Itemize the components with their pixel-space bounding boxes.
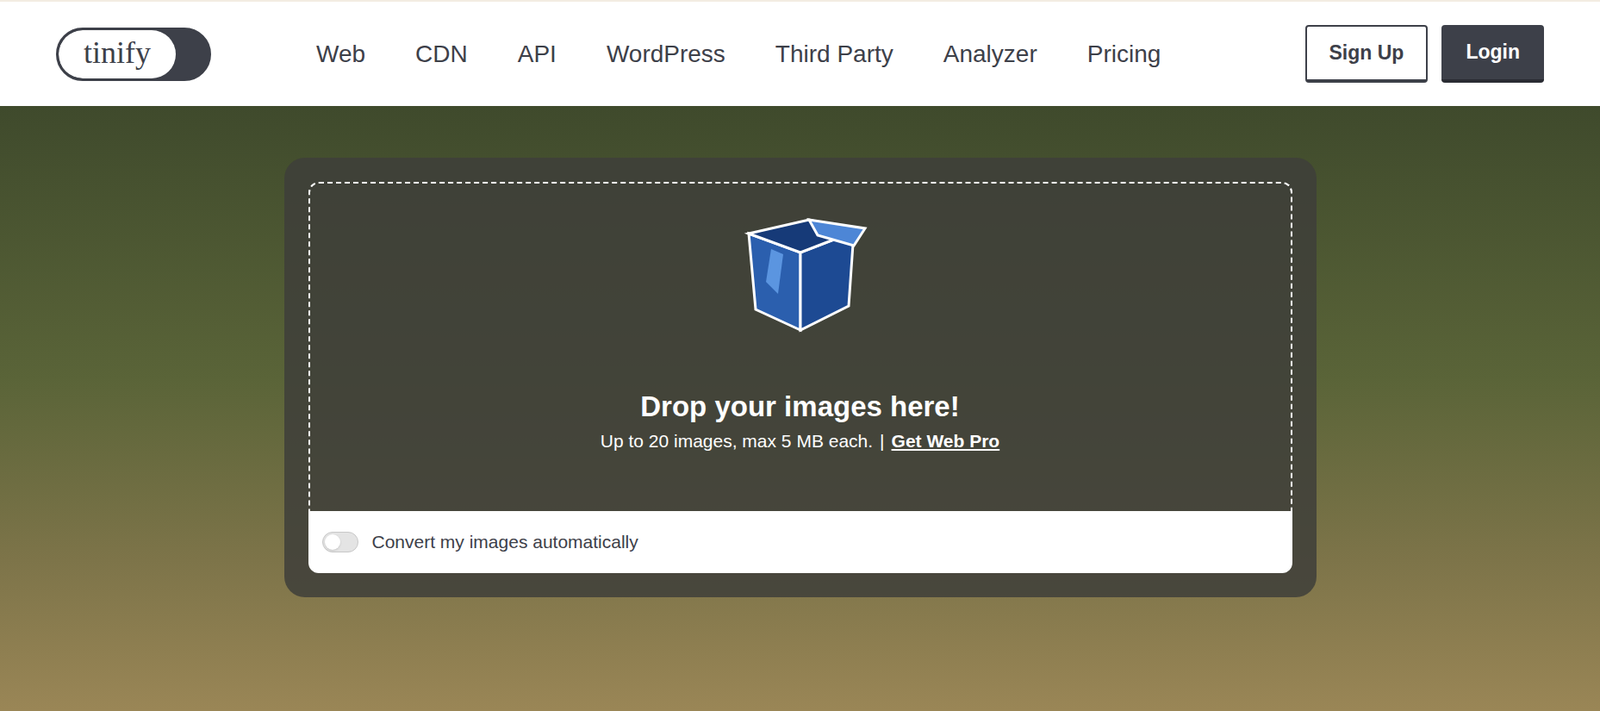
- nav-link[interactable]: Analyzer: [943, 36, 1038, 73]
- dropzone-title: Drop your images here!: [640, 388, 959, 424]
- dropzone-subtitle: Up to 20 images, max 5 MB each.|Get Web …: [600, 427, 1000, 455]
- convert-label: Convert my images automatically: [372, 528, 639, 556]
- upload-panel: Drop your images here! Up to 20 images, m…: [284, 157, 1317, 598]
- convert-toggle[interactable]: [322, 531, 359, 553]
- web-pro-link[interactable]: Get Web Pro: [891, 430, 1001, 451]
- page: tinify Web CDN API WordPress Third Party Analy…: [0, 0, 1600, 711]
- hero: Drop your images here! Up to 20 images, m…: [0, 105, 1600, 711]
- header: tinify Web CDN API WordPress Third Party Analy…: [0, 0, 1600, 106]
- nav-link[interactable]: Third Party: [775, 36, 894, 73]
- box-icon: [731, 216, 870, 337]
- login-button[interactable]: Login: [1441, 24, 1544, 83]
- main-nav: Web CDN API WordPress Third Party Analyzer Pri…: [316, 36, 1161, 73]
- nav-link[interactable]: WordPress: [606, 36, 726, 73]
- toggle-knob: [324, 534, 341, 550]
- nav-link[interactable]: CDN: [415, 36, 468, 73]
- convert-bar: Convert my images automatically: [308, 510, 1293, 573]
- nav-link[interactable]: API: [517, 36, 557, 73]
- dropzone[interactable]: Drop your images here! Up to 20 images, m…: [308, 181, 1293, 511]
- nav-link[interactable]: Pricing: [1087, 36, 1162, 73]
- signup-button[interactable]: Sign Up: [1305, 24, 1429, 83]
- nav-link[interactable]: Web: [316, 36, 366, 73]
- logo[interactable]: tinify: [56, 27, 212, 81]
